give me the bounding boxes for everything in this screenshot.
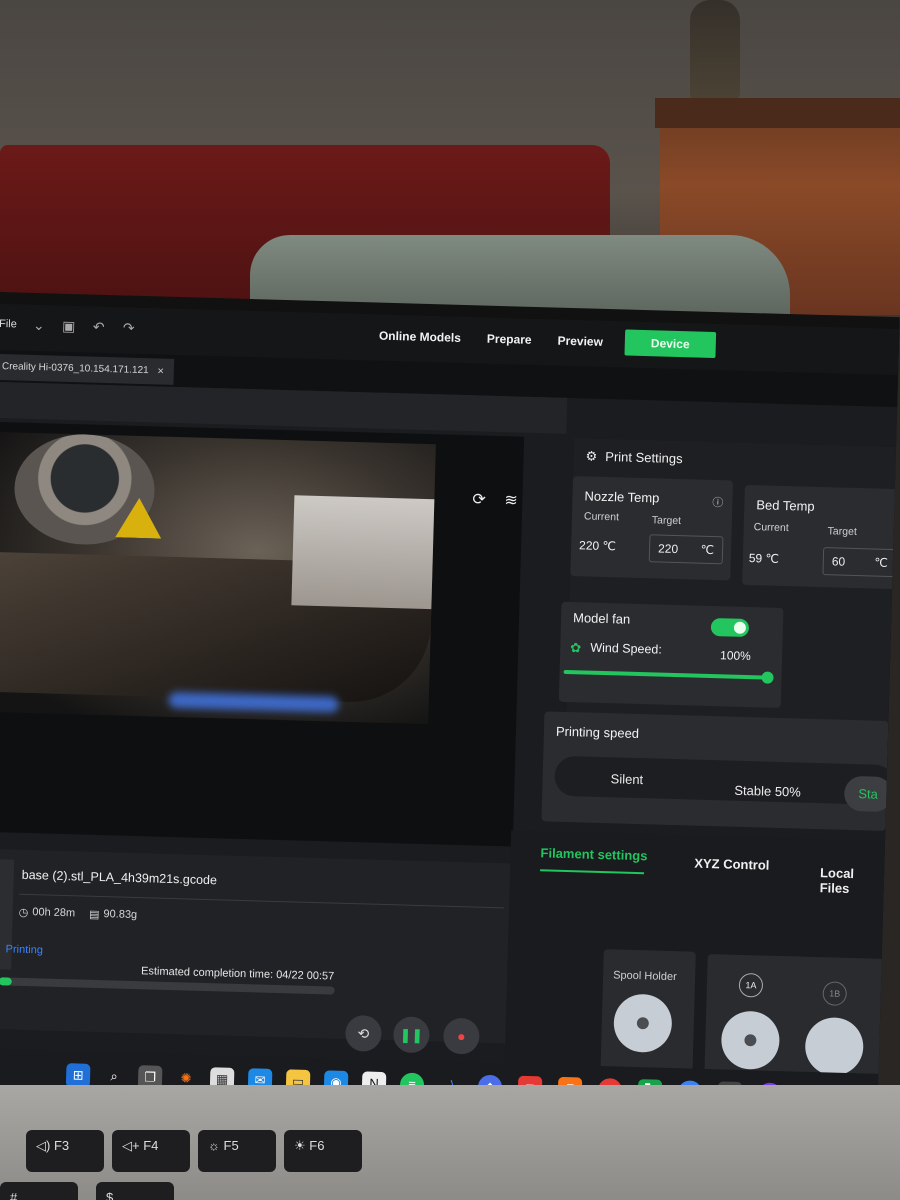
slot-1a-spool[interactable] (720, 1010, 781, 1071)
refresh-icon[interactable]: ⟳ (472, 489, 486, 509)
printing-speed-card: Printing speed Silent Stable 50% Sta (541, 711, 896, 831)
nozzle-temp-card: Nozzle Temp ⓘ Current Target 220 ℃ 220 ℃ (570, 476, 734, 581)
main-nav: Online Models Prepare Preview Device (375, 322, 716, 358)
speed-option-silent[interactable]: Silent (610, 771, 643, 787)
save-icon[interactable]: ▣ (61, 318, 77, 334)
nav-prepare[interactable]: Prepare (483, 326, 554, 354)
bed-target-label: Target (827, 525, 857, 539)
bed-current-value: 59 ℃ (748, 551, 780, 566)
info-icon[interactable]: ⓘ (712, 494, 723, 510)
key-f6: ☀ F6 (284, 1130, 362, 1172)
wind-speed-slider[interactable] (563, 669, 768, 680)
file-menu-group: File ⌄ ▣ ↶ ↷ (0, 316, 137, 336)
close-icon[interactable]: × (157, 365, 170, 377)
cycle-icon[interactable]: ⟲ (344, 1014, 382, 1052)
redo-icon[interactable]: ↷ (121, 319, 137, 335)
print-settings-title: Print Settings (605, 448, 683, 467)
key-f3: ◁) F3 (26, 1130, 104, 1172)
key-3: # (0, 1182, 78, 1200)
tab-local-files[interactable]: Local Files (819, 865, 884, 897)
bed-current-label: Current (753, 521, 789, 535)
nozzle-current-value: 220 ℃ (578, 538, 617, 554)
nav-device[interactable]: Device (624, 329, 716, 358)
print-job-panel: base (2).stl_PLA_4h39m21s.gcode ◷ 00h 28… (0, 848, 513, 1055)
nozzle-target-label: Target (651, 514, 682, 528)
wind-speed-label: Wind Speed: (590, 640, 663, 657)
toggle-knob (733, 621, 747, 634)
print-progress-fill (0, 977, 13, 986)
tab-filament-settings[interactable]: Filament settings (540, 845, 647, 863)
bed-temp-card: Bed Temp Current Target 59 ℃ 60 ℃ (742, 484, 900, 590)
speed-option-stable[interactable]: Stable 50% (734, 783, 801, 800)
bed-temp-title: Bed Temp (756, 497, 815, 514)
key-f4: ◁+ F4 (112, 1130, 190, 1172)
job-divider (19, 893, 505, 909)
camera-feed: ⟳ ≋ (0, 421, 525, 847)
model-fan-card: Model fan ✿ Wind Speed: 100% (558, 601, 784, 708)
gear-icon: ⚙ (585, 448, 598, 464)
nav-preview[interactable]: Preview (553, 327, 625, 355)
device-tab[interactable]: Creality Hi-0376_10.154.171.121 × (0, 353, 175, 385)
cabinet-top-background (655, 98, 900, 128)
clock-icon: ◷ (18, 906, 29, 920)
slot-1b-badge: 1B (822, 981, 848, 1006)
lamp-background (690, 0, 740, 100)
laptop-screen: File ⌄ ▣ ↶ ↷ Online Models Prepare Previ… (0, 303, 900, 1134)
pause-icon[interactable]: ❚❚ (392, 1016, 430, 1054)
undo-icon[interactable]: ↶ (91, 319, 107, 335)
print-settings-header: ⚙ Print Settings (585, 448, 682, 467)
model-fan-toggle[interactable] (710, 617, 750, 638)
model-fan-title: Model fan (572, 610, 631, 627)
key-f5: ☼ F5 (198, 1130, 276, 1172)
nozzle-temp-title: Nozzle Temp (584, 488, 660, 506)
speed-option-standard[interactable]: Sta (843, 775, 893, 813)
device-tab-title: Creality Hi-0376_10.154.171.121 (1, 361, 149, 377)
job-eta: Estimated completion time: 04/22 00:57 (140, 965, 335, 983)
laptop-bezel: File ⌄ ▣ ↶ ↷ Online Models Prepare Previ… (0, 292, 900, 1147)
nozzle-target-unit: ℃ (700, 542, 715, 558)
nozzle-current-label: Current (583, 510, 620, 524)
window-image (291, 495, 435, 610)
tab-underline (540, 869, 645, 875)
spool-holder-label: Spool Holder (612, 969, 677, 984)
job-time: 00h 28m (32, 906, 76, 920)
wind-speed-value: 100% (719, 648, 752, 664)
slot-1b-spool[interactable] (804, 1016, 865, 1077)
spool-holder-icon (613, 993, 673, 1054)
print-settings-panel: ⚙ Print Settings Nozzle Temp ⓘ Current T… (541, 438, 900, 831)
weight-icon: ▤ (88, 908, 100, 922)
stop-icon[interactable]: ● (442, 1017, 480, 1055)
nozzle-target-value: 220 (657, 541, 679, 557)
job-status: Printing (5, 943, 44, 957)
camera-image (0, 431, 436, 725)
bed-target-value: 60 (831, 554, 846, 569)
printing-speed-title: Printing speed (555, 723, 640, 742)
job-weight: 90.83g (103, 908, 138, 922)
file-menu[interactable]: File (0, 318, 17, 330)
bed-target-unit: ℃ (874, 555, 888, 570)
wind-speed-slider-handle[interactable] (761, 671, 774, 684)
job-meta: ◷ 00h 28m ▤ 90.83g (19, 906, 138, 922)
nozzle-target-input[interactable]: 220 ℃ (648, 534, 724, 565)
bed-target-input[interactable]: 60 ℃ (822, 547, 898, 578)
spool-holder-card[interactable]: Spool Holder (600, 949, 696, 1072)
wifi-icon: ≋ (504, 492, 519, 510)
slot-1a-badge: 1A (738, 972, 764, 998)
nav-online-models[interactable]: Online Models (375, 322, 484, 351)
speed-selector: Silent Stable 50% Sta (554, 755, 896, 813)
led-glow-image (168, 691, 339, 713)
key-4: $ (96, 1182, 174, 1200)
job-filename: base (2).stl_PLA_4h39m21s.gcode (21, 867, 218, 888)
tab-xyz-control[interactable]: XYZ Control (694, 856, 769, 873)
fan-icon: ✿ (570, 640, 582, 656)
chevron-down-icon[interactable]: ⌄ (31, 317, 47, 333)
